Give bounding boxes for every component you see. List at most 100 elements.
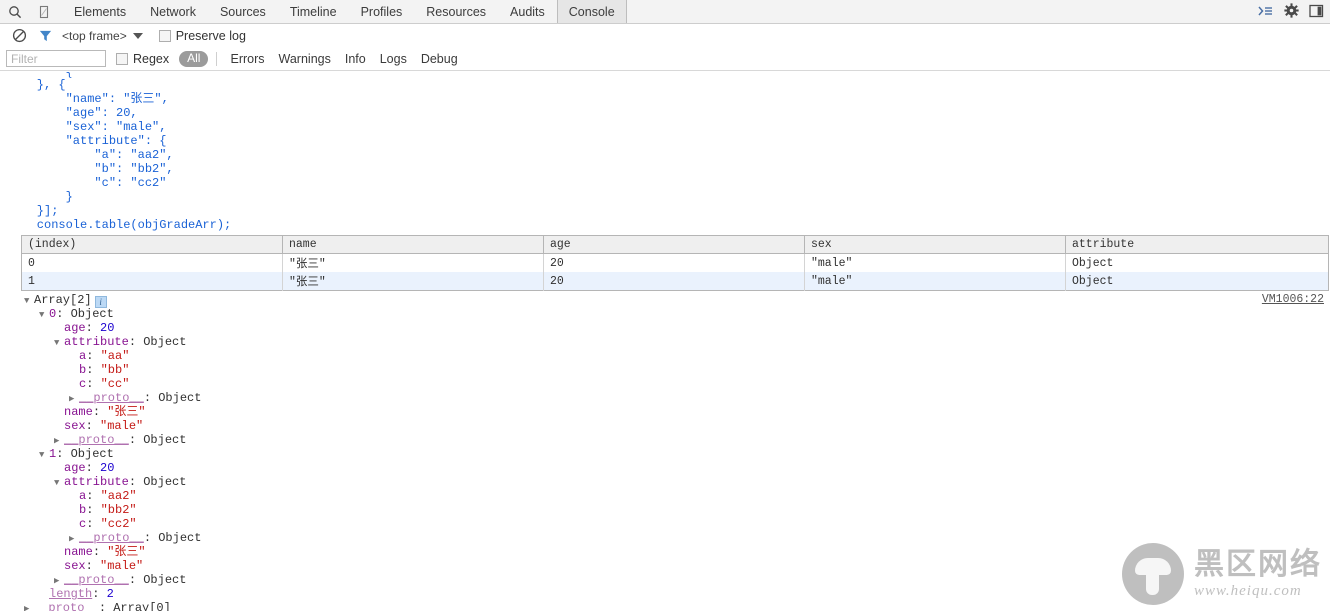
tree-node: sex: "male" <box>24 419 1330 433</box>
console-table-header-row: (index) name age sex attribute <box>21 235 1329 254</box>
tree-node: c: "cc2" <box>24 517 1330 531</box>
frame-selector[interactable]: <top frame> <box>62 29 143 43</box>
col-header-age[interactable]: age <box>543 235 805 254</box>
tree-node-separator: : <box>98 601 114 611</box>
device-toolbar-icon[interactable] <box>29 0 58 23</box>
tree-node: age: 20 <box>24 461 1330 475</box>
tree-node-value: "male" <box>100 559 144 573</box>
tree-node-separator: : <box>143 391 159 405</box>
chevron-down-icon[interactable]: ▼ <box>39 308 49 322</box>
tree-node-separator: : <box>85 461 101 475</box>
preserve-log-toggle[interactable]: Preserve log <box>158 29 246 43</box>
search-icon[interactable] <box>0 0 29 23</box>
tab-console[interactable]: Console <box>556 0 627 23</box>
tree-node[interactable]: ▼ Array[2] i <box>24 293 1330 308</box>
tab-audits-label: Audits <box>510 4 545 19</box>
tab-audits[interactable]: Audits <box>498 0 557 23</box>
chevron-right-icon[interactable]: ▶ <box>24 602 34 611</box>
tree-node-value: Object <box>158 391 202 405</box>
tree-node-key: name <box>64 545 93 559</box>
tree-node[interactable]: ▼ 1: Object <box>24 447 1330 461</box>
tree-node-proto[interactable]: ▶ __proto__: Object <box>24 433 1330 447</box>
tree-node: name: "张三" <box>24 405 1330 419</box>
tab-elements[interactable]: Elements <box>62 0 138 23</box>
tree-node-separator: : <box>86 489 101 503</box>
chevron-down-icon[interactable]: ▼ <box>54 476 64 490</box>
search-input[interactable] <box>6 50 106 67</box>
tab-profiles-label: Profiles <box>360 4 403 19</box>
tab-resources[interactable]: Resources <box>414 0 498 23</box>
tree-node-value: "cc" <box>100 377 130 391</box>
tree-node-proto[interactable]: ▶ __proto__: Object <box>24 531 1330 545</box>
console-table-body: 0 "张三" 20 "male" Object 1 "张三" 20 "male"… <box>21 253 1329 291</box>
code-line: } <box>8 190 73 204</box>
tree-node-proto[interactable]: ▶ __proto__: Object <box>24 391 1330 405</box>
tree-node-separator: : <box>56 447 71 461</box>
cell-attribute: Object <box>1065 253 1329 272</box>
tree-node-key: name <box>64 405 93 419</box>
level-filter-debug[interactable]: Debug <box>414 52 465 66</box>
tree-node-value: Object <box>143 475 187 489</box>
tab-elements-label: Elements <box>74 4 127 19</box>
filter-bar: Regex All Errors Warnings Info Logs Debu… <box>0 47 1330 71</box>
tabbar-right-actions <box>1258 0 1330 24</box>
col-header-name[interactable]: name <box>282 235 544 254</box>
code-line: "name": "张三", <box>8 92 169 106</box>
level-filter-all[interactable]: All <box>179 50 209 67</box>
chevron-right-icon[interactable]: ▶ <box>54 574 64 588</box>
table-row[interactable]: 0 "张三" 20 "male" Object <box>21 253 1329 272</box>
tree-node[interactable]: ▼ attribute: Object <box>24 475 1330 489</box>
tree-node-key: length <box>49 587 93 601</box>
tab-sources[interactable]: Sources <box>208 0 278 23</box>
tree-node-value: 20 <box>100 461 115 475</box>
tree-node-key: sex <box>64 419 86 433</box>
tab-timeline[interactable]: Timeline <box>278 0 349 23</box>
device-toolbar-icon-svg <box>39 5 48 18</box>
tree-node-separator: : <box>85 321 101 335</box>
tree-node-proto[interactable]: ▶ __proto__: Object <box>24 573 1330 587</box>
col-header-index[interactable]: (index) <box>21 235 283 254</box>
dock-side-icon[interactable] <box>1309 4 1324 21</box>
tree-node-proto[interactable]: ▶ __proto__: Array[0] <box>24 601 1330 611</box>
level-filter-logs[interactable]: Logs <box>373 52 414 66</box>
clear-console-icon[interactable] <box>6 28 32 43</box>
tree-node[interactable]: ▼ 0: Object <box>24 307 1330 321</box>
cell-name: "张三" <box>282 253 544 272</box>
level-filter-info[interactable]: Info <box>338 52 373 66</box>
tab-network[interactable]: Network <box>138 0 208 23</box>
table-row[interactable]: 1 "张三" 20 "male" Object <box>21 272 1329 291</box>
chevron-down-icon[interactable]: ▼ <box>54 336 64 350</box>
col-header-sex[interactable]: sex <box>804 235 1066 254</box>
tree-node-value: "bb2" <box>100 503 137 517</box>
frame-selector-value: <top frame> <box>62 28 127 43</box>
console-table: (index) name age sex attribute 0 "张三" 20… <box>21 235 1329 291</box>
tab-timeline-label: Timeline <box>289 4 337 19</box>
chevron-right-icon[interactable]: ▶ <box>69 532 79 546</box>
chevron-right-icon[interactable]: ▶ <box>54 434 64 448</box>
chevron-right-icon[interactable]: ▶ <box>69 392 79 406</box>
tree-spacer-icon <box>69 504 79 518</box>
tree-node[interactable]: ▼ attribute: Object <box>24 335 1330 349</box>
tree-node-separator: : <box>85 419 101 433</box>
col-header-attribute[interactable]: attribute <box>1065 235 1329 254</box>
chevron-down-icon[interactable]: ▼ <box>39 448 49 462</box>
tree-node: name: "张三" <box>24 545 1330 559</box>
tree-node-value: Object <box>70 447 114 461</box>
level-filter-warnings[interactable]: Warnings <box>272 52 338 66</box>
console-drawer-icon[interactable] <box>1258 4 1274 21</box>
preserve-log-checkbox[interactable] <box>158 29 171 42</box>
chevron-down-icon[interactable]: ▼ <box>24 294 34 308</box>
regex-toggle[interactable]: Regex <box>116 52 169 66</box>
tab-profiles[interactable]: Profiles <box>349 0 415 23</box>
tree-node: b: "bb2" <box>24 503 1330 517</box>
regex-checkbox[interactable] <box>116 52 128 65</box>
level-filter-errors[interactable]: Errors <box>223 52 271 66</box>
console-message-list[interactable]: } }, { "name": "张三", "age": 20, "sex": "… <box>0 71 1330 611</box>
settings-gear-icon[interactable] <box>1284 3 1299 21</box>
tree-node-separator: : <box>128 335 144 349</box>
filter-funnel-icon[interactable] <box>32 29 58 43</box>
code-line: "b": "bb2", <box>8 162 174 176</box>
source-location-link[interactable]: VM1006:22 <box>1262 293 1324 307</box>
toolbar-divider <box>216 51 218 66</box>
tree-node-value: "cc2" <box>100 517 137 531</box>
